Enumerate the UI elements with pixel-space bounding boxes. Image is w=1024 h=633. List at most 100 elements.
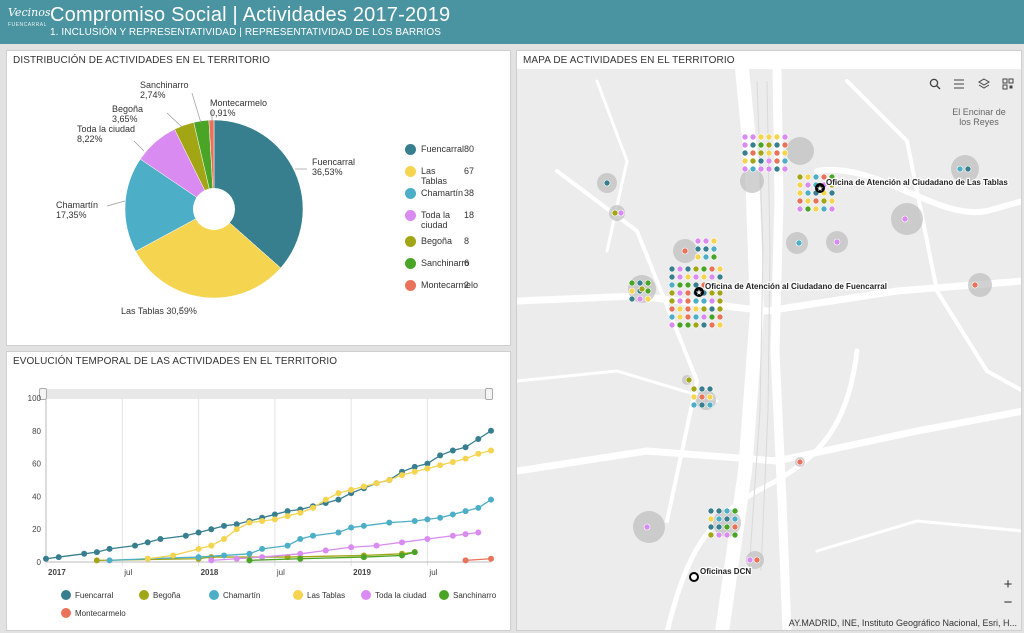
map-activity-marker[interactable] <box>723 523 731 531</box>
map-activity-marker[interactable] <box>804 189 812 197</box>
data-point-fuencarral[interactable] <box>449 447 456 454</box>
data-point-fuencarral[interactable] <box>195 529 202 536</box>
data-point-fuencarral[interactable] <box>93 549 100 556</box>
data-point-fuencarral[interactable] <box>157 536 164 543</box>
map-activity-marker[interactable] <box>702 245 710 253</box>
map-activity-marker[interactable] <box>812 197 820 205</box>
data-point-toda-la-ciudad[interactable] <box>449 532 456 539</box>
map-activity-marker[interactable] <box>749 149 757 157</box>
data-point-las-tablas[interactable] <box>297 509 304 516</box>
map-activity-marker[interactable] <box>749 157 757 165</box>
map-activity-marker[interactable] <box>741 157 749 165</box>
data-point-sanchinarro[interactable] <box>360 554 367 561</box>
data-point-chamartin[interactable] <box>411 518 418 524</box>
map-activity-marker[interactable] <box>668 281 676 289</box>
data-point-las-tablas[interactable] <box>360 483 367 490</box>
map-activity-marker[interactable] <box>757 141 765 149</box>
map-activity-marker[interactable] <box>971 281 979 289</box>
data-point-las-tablas[interactable] <box>259 518 266 524</box>
map-activity-marker[interactable] <box>676 273 684 281</box>
data-point-las-tablas[interactable] <box>246 519 253 526</box>
map-activity-marker[interactable] <box>828 205 836 213</box>
data-point-fuencarral[interactable] <box>462 444 469 451</box>
map-activity-marker[interactable] <box>765 157 773 165</box>
data-point-begona[interactable] <box>93 557 100 564</box>
data-point-fuencarral[interactable] <box>475 436 482 442</box>
map-activity-marker[interactable] <box>644 279 652 287</box>
map-activity-marker[interactable] <box>707 507 715 515</box>
map-activity-marker[interactable] <box>773 149 781 157</box>
map-activity-marker[interactable] <box>700 313 708 321</box>
map-activity-marker[interactable] <box>708 313 716 321</box>
map-activity-marker[interactable] <box>668 273 676 281</box>
map-activity-marker[interactable] <box>694 237 702 245</box>
map-activity-marker[interactable] <box>676 265 684 273</box>
map-activity-marker[interactable] <box>708 321 716 329</box>
map-activity-marker[interactable] <box>708 297 716 305</box>
map-activity-marker[interactable] <box>685 376 693 384</box>
data-point-las-tablas[interactable] <box>221 536 227 543</box>
data-point-las-tablas[interactable] <box>310 504 316 511</box>
zoom-in-button[interactable]: + <box>999 576 1017 594</box>
map-activity-marker[interactable] <box>617 209 625 217</box>
map-activity-marker[interactable] <box>698 393 706 401</box>
data-point-toda-la-ciudad[interactable] <box>322 547 329 554</box>
data-point-chamartin[interactable] <box>259 545 266 552</box>
map-activity-marker[interactable] <box>684 265 692 273</box>
map-activity-marker[interactable] <box>716 313 724 321</box>
data-point-fuencarral[interactable] <box>208 526 215 533</box>
map-activity-marker[interactable] <box>700 321 708 329</box>
data-point-fuencarral[interactable] <box>437 452 444 459</box>
map-activity-marker[interactable] <box>741 165 749 173</box>
map-activity-marker[interactable] <box>773 157 781 165</box>
map-activity-marker[interactable] <box>710 253 718 261</box>
map-activity-marker[interactable] <box>773 141 781 149</box>
map-activity-marker[interactable] <box>684 281 692 289</box>
data-point-chamartin[interactable] <box>437 514 444 521</box>
data-point-toda-la-ciudad[interactable] <box>424 536 431 543</box>
data-point-las-tablas[interactable] <box>437 462 444 469</box>
map-activity-marker[interactable] <box>956 165 964 173</box>
map-activity-marker[interactable] <box>628 279 636 287</box>
map-activity-marker[interactable] <box>804 197 812 205</box>
map-activity-marker[interactable] <box>690 393 698 401</box>
map-activity-marker[interactable] <box>710 245 718 253</box>
data-point-toda-la-ciudad[interactable] <box>348 544 355 551</box>
data-point-las-tablas[interactable] <box>475 450 482 457</box>
map-activity-marker[interactable] <box>765 141 773 149</box>
map-activity-marker[interactable] <box>668 321 676 329</box>
map-activity-marker[interactable] <box>804 173 812 181</box>
map-activity-marker[interactable] <box>668 305 676 313</box>
data-point-las-tablas[interactable] <box>373 480 380 487</box>
data-point-las-tablas[interactable] <box>348 486 355 493</box>
map-activity-marker[interactable] <box>749 133 757 141</box>
map-activity-marker[interactable] <box>628 287 636 295</box>
data-point-chamartin[interactable] <box>488 496 494 503</box>
map-activity-marker[interactable] <box>753 556 761 564</box>
map-activity-marker[interactable] <box>796 197 804 205</box>
map-activity-marker[interactable] <box>723 507 731 515</box>
data-point-chamartin[interactable] <box>475 504 482 511</box>
data-point-las-tablas[interactable] <box>271 516 278 523</box>
map-activity-marker[interactable] <box>757 133 765 141</box>
map-activity-marker[interactable] <box>702 253 710 261</box>
data-point-las-tablas[interactable] <box>284 513 291 520</box>
layers-icon[interactable] <box>975 78 993 96</box>
map-activity-marker[interactable] <box>820 197 828 205</box>
search-icon[interactable] <box>926 78 944 96</box>
map-activity-marker[interactable] <box>603 179 611 187</box>
data-point-fuencarral[interactable] <box>106 545 113 552</box>
legend-item-las-tablas[interactable]: Las Tablas 67 <box>405 165 510 187</box>
data-point-chamartin[interactable] <box>221 552 227 559</box>
map-activity-marker[interactable] <box>611 209 619 217</box>
data-point-las-tablas[interactable] <box>399 472 405 479</box>
data-point-las-tablas[interactable] <box>411 468 418 475</box>
map-activity-marker[interactable] <box>690 385 698 393</box>
map-activity-marker[interactable] <box>638 285 646 293</box>
line-chart[interactable]: 2017 jul 2018 jul 2019 jul 0 20 40 60 80 100 <box>7 352 512 632</box>
data-point-chamartin[interactable] <box>449 511 456 518</box>
map-activity-marker[interactable] <box>716 273 724 281</box>
data-point-chamartin[interactable] <box>284 542 291 549</box>
map-activity-marker[interactable] <box>715 531 723 539</box>
map-activity-marker[interactable] <box>804 181 812 189</box>
